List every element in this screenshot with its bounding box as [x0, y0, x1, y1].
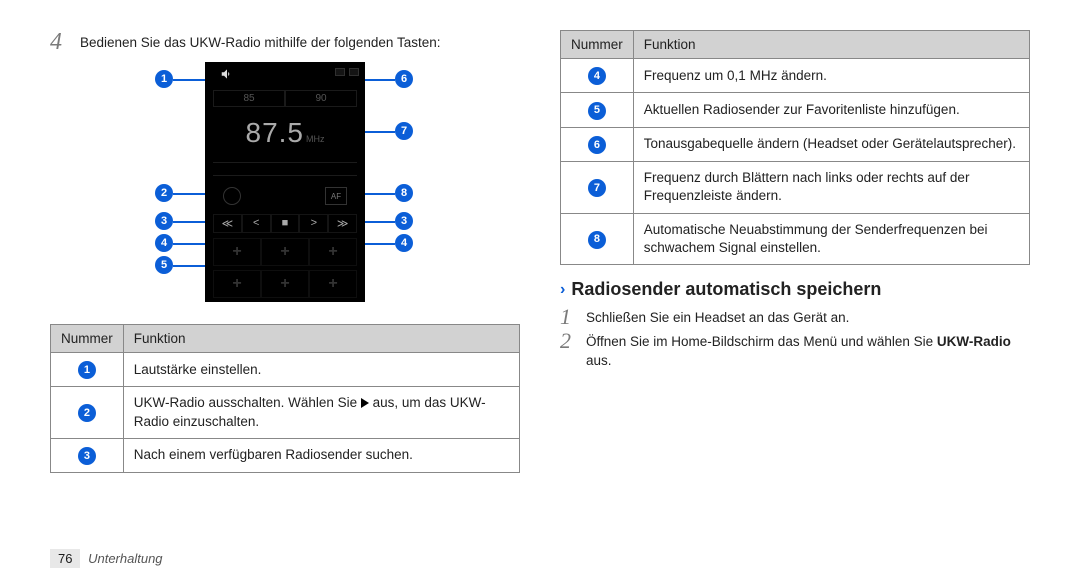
- play-icon: [361, 398, 369, 408]
- row-badge-3: 3: [78, 447, 96, 465]
- sub-step-number-1: 1: [560, 306, 578, 328]
- annot-8: 8: [395, 184, 413, 202]
- annot-5: 5: [155, 256, 173, 274]
- table-row: 2 UKW-Radio ausschalten. Wählen Sie aus,…: [51, 387, 520, 438]
- phone-mockup: 85 90 87.5MHz AF ≪ < ■ > ≫ + +: [205, 62, 365, 302]
- stop-icon: ■: [271, 214, 300, 233]
- frequency-display: 87.5MHz: [205, 117, 365, 149]
- page-columns: 4 Bedienen Sie das UKW-Radio mithilfe de…: [50, 30, 1030, 473]
- row-text-6: Tonausgabequelle ändern (Headset oder Ge…: [633, 127, 1029, 161]
- annot-4-left: 4: [155, 234, 173, 252]
- row-text-8: Automatische Neuabstimmung der Senderfre…: [633, 213, 1029, 264]
- preset-b: 90: [285, 90, 357, 107]
- annot-1: 1: [155, 70, 173, 88]
- table-row: 5 Aktuellen Radiosender zur Favoritenlis…: [561, 93, 1030, 127]
- frequency-unit: MHz: [306, 134, 325, 144]
- step-4-text: Bedienen Sie das UKW-Radio mithilfe der …: [80, 30, 440, 52]
- annot-2: 2: [155, 184, 173, 202]
- frequency-dial: [213, 162, 357, 176]
- table-row: 4 Frequenz um 0,1 MHz ändern.: [561, 59, 1030, 93]
- ukw-radio-bold: UKW-Radio: [937, 334, 1011, 349]
- table-header-row: Nummer Funktion: [561, 31, 1030, 59]
- section-title: Radiosender automatisch speichern: [571, 279, 881, 300]
- table-row: 6 Tonausgabequelle ändern (Headset oder …: [561, 127, 1030, 161]
- sub-step-1: 1 Schließen Sie ein Headset an das Gerät…: [560, 306, 1030, 328]
- page-number: 76: [50, 549, 80, 568]
- right-function-table: Nummer Funktion 4 Frequenz um 0,1 MHz än…: [560, 30, 1030, 265]
- af-indicator: AF: [325, 187, 347, 205]
- preset-row-2: + + +: [213, 270, 357, 298]
- phone-status-icons: [335, 68, 359, 76]
- row-text-5: Aktuellen Radiosender zur Favoritenliste…: [633, 93, 1029, 127]
- row-text-4: Frequenz um 0,1 MHz ändern.: [633, 59, 1029, 93]
- step-4: 4 Bedienen Sie das UKW-Radio mithilfe de…: [50, 30, 520, 54]
- sub-step-number-2: 2: [560, 330, 578, 352]
- annot-4-right: 4: [395, 234, 413, 252]
- col-function: Funktion: [633, 31, 1029, 59]
- volume-icon: [219, 68, 235, 80]
- seek-fwd-fast-icon: ≫: [328, 214, 357, 233]
- table-row: 7 Frequenz durch Blättern nach links ode…: [561, 162, 1030, 213]
- annot-3-left: 3: [155, 212, 173, 230]
- row-badge-4: 4: [588, 67, 606, 85]
- table-row: 3 Nach einem verfügbaren Radiosender suc…: [51, 438, 520, 472]
- phone-presets: 85 90: [213, 90, 357, 107]
- sub-step-1-text: Schließen Sie ein Headset an das Gerät a…: [586, 306, 849, 328]
- preset-row-1: + + +: [213, 238, 357, 266]
- col-number: Nummer: [51, 325, 124, 353]
- table-row: 8 Automatische Neuabstimmung der Senderf…: [561, 213, 1030, 264]
- row-badge-7: 7: [588, 179, 606, 197]
- preset-a: 85: [213, 90, 285, 107]
- seek-back-icon: <: [242, 214, 271, 233]
- page-footer: 76 Unterhaltung: [50, 549, 163, 568]
- row-badge-5: 5: [588, 102, 606, 120]
- col-number: Nummer: [561, 31, 634, 59]
- right-column: Nummer Funktion 4 Frequenz um 0,1 MHz än…: [560, 30, 1030, 473]
- seek-fwd-icon: >: [299, 214, 328, 233]
- frequency-value: 87.5: [246, 117, 305, 149]
- row-badge-6: 6: [588, 136, 606, 154]
- plus-icon: +: [213, 238, 261, 266]
- plus-icon: +: [261, 270, 309, 298]
- plus-icon: +: [213, 270, 261, 298]
- col-function: Funktion: [123, 325, 519, 353]
- section-heading: › Radiosender automatisch speichern: [560, 279, 1030, 300]
- left-column: 4 Bedienen Sie das UKW-Radio mithilfe de…: [50, 30, 520, 473]
- sub-step-2-text: Öffnen Sie im Home-Bildschirm das Menü u…: [586, 330, 1030, 371]
- row-badge-8: 8: [588, 231, 606, 249]
- table-row: 1 Lautstärke einstellen.: [51, 353, 520, 387]
- row-text-1: Lautstärke einstellen.: [123, 353, 519, 387]
- seek-back-fast-icon: ≪: [213, 214, 242, 233]
- annot-3-right: 3: [395, 212, 413, 230]
- sub-step-2: 2 Öffnen Sie im Home-Bildschirm das Menü…: [560, 330, 1030, 371]
- playback-controls: ≪ < ■ > ≫: [213, 214, 357, 233]
- annot-6: 6: [395, 70, 413, 88]
- plus-icon: +: [309, 238, 357, 266]
- table-header-row: Nummer Funktion: [51, 325, 520, 353]
- section-name: Unterhaltung: [88, 551, 162, 566]
- annot-7: 7: [395, 122, 413, 140]
- row-text-2: UKW-Radio ausschalten. Wählen Sie aus, u…: [123, 387, 519, 438]
- chevron-right-icon: ›: [560, 281, 565, 299]
- step-number-4: 4: [50, 30, 72, 54]
- plus-icon: +: [261, 238, 309, 266]
- row-badge-1: 1: [78, 361, 96, 379]
- row-text-7: Frequenz durch Blättern nach links oder …: [633, 162, 1029, 213]
- left-function-table: Nummer Funktion 1 Lautstärke einstellen.…: [50, 324, 520, 473]
- record-indicator: [223, 187, 241, 205]
- row-text-3: Nach einem verfügbaren Radiosender suche…: [123, 438, 519, 472]
- row-badge-2: 2: [78, 404, 96, 422]
- phone-annotation-wrap: 1 2 3 4 5 6 7 8 3 4: [95, 62, 475, 312]
- plus-icon: +: [309, 270, 357, 298]
